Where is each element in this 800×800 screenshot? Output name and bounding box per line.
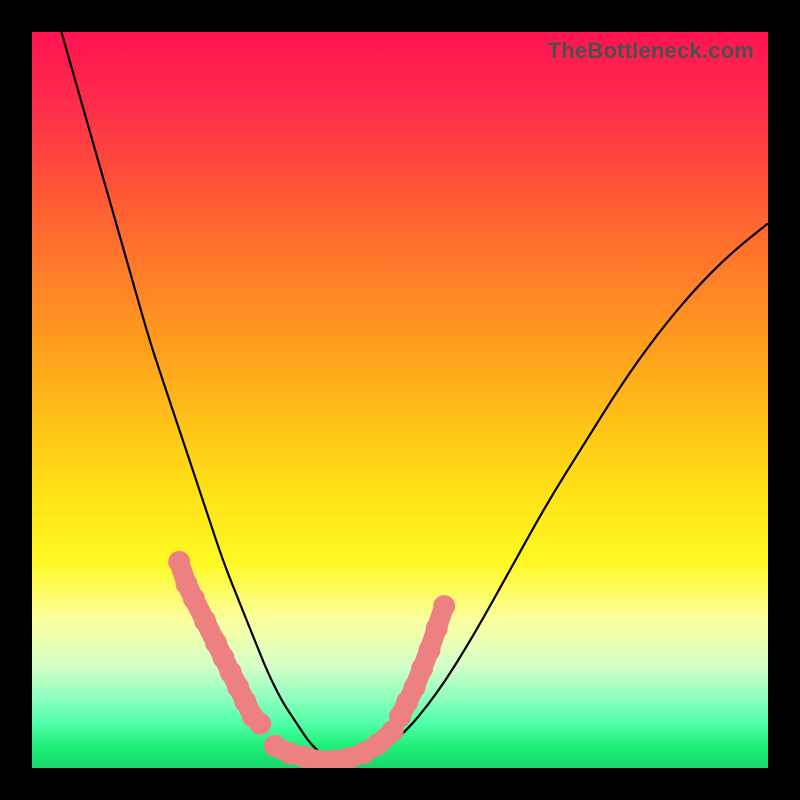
- curve-marker: [168, 551, 190, 573]
- curve-marker: [418, 639, 440, 661]
- chart-frame: TheBottleneck.com: [0, 0, 800, 800]
- plot-area: TheBottleneck.com: [32, 32, 768, 768]
- marker-group: [168, 551, 455, 768]
- curve-marker: [426, 617, 448, 639]
- bottleneck-curve-path: [61, 32, 768, 759]
- curve-marker: [194, 610, 216, 632]
- curve-marker: [183, 588, 205, 610]
- curve-marker: [249, 713, 271, 735]
- curve-svg: [32, 32, 768, 768]
- curve-marker: [433, 595, 455, 617]
